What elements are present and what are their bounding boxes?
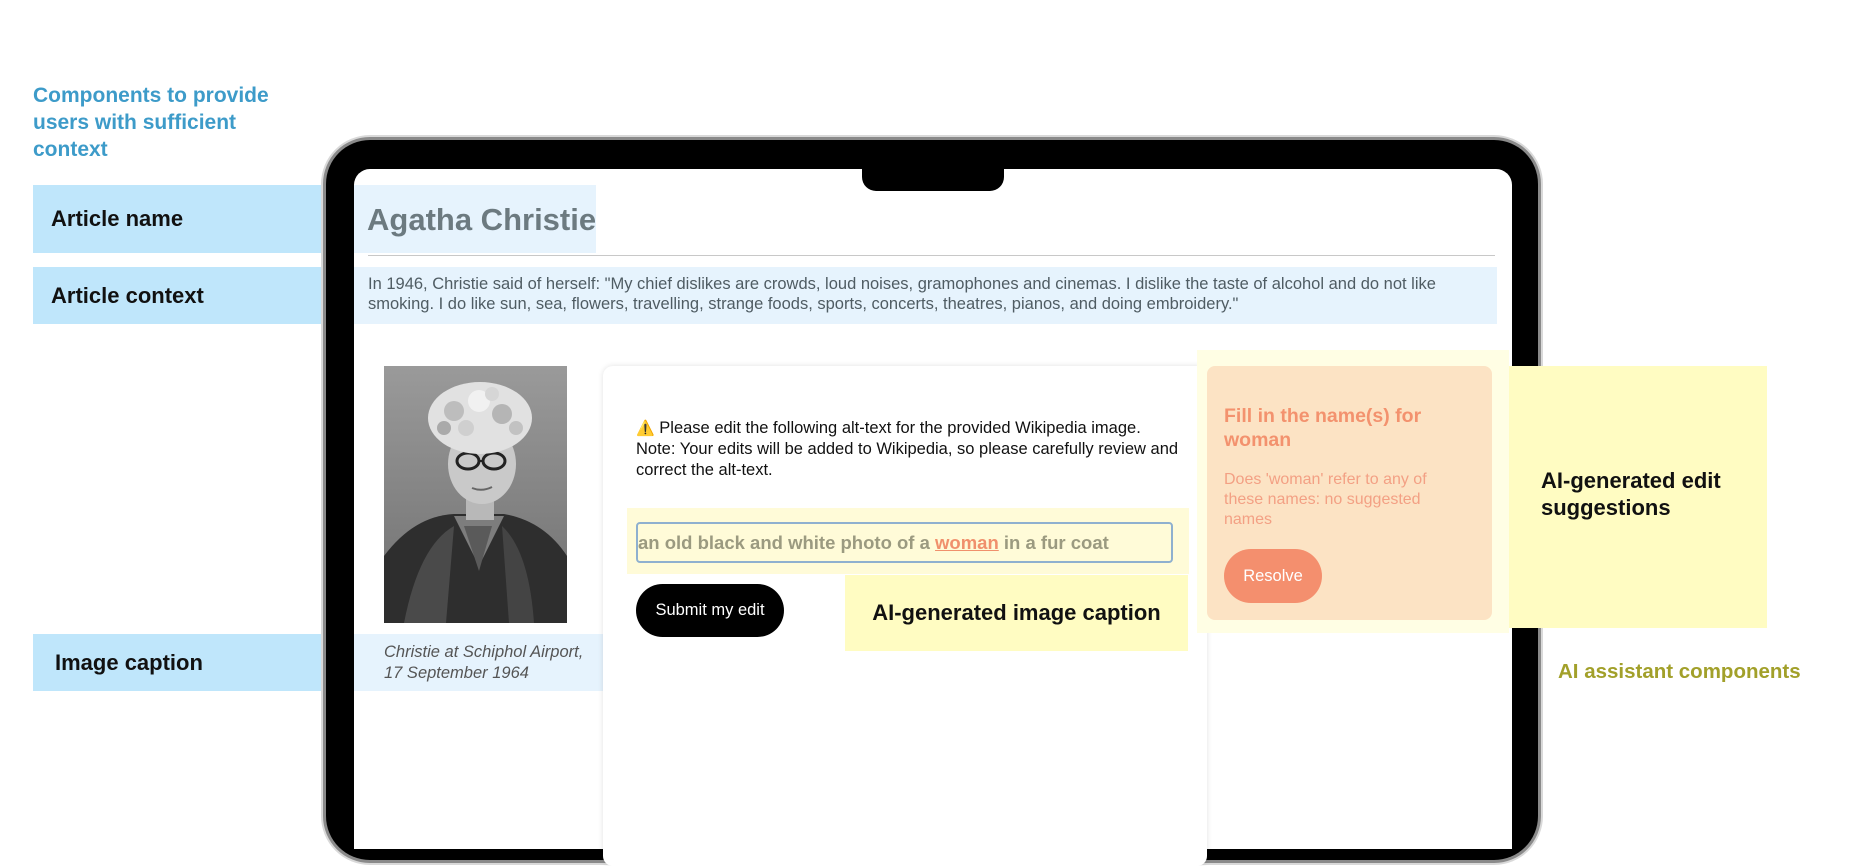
context-components-heading: Components to provide users with suffici… (33, 84, 269, 161)
submit-edit-button[interactable]: Submit my edit (636, 584, 784, 637)
edit-instructions: ⚠️ Please edit the following alt-text fo… (636, 418, 1181, 481)
caption-text-after: in a fur coat (998, 531, 1109, 553)
title-divider (368, 255, 1495, 256)
edit-instructions-text: Please edit the following alt-text for t… (636, 419, 1179, 479)
highlighted-word-text: woman (935, 531, 999, 553)
article-context-annotation: Article context (33, 267, 355, 324)
ai-assistant-components-label: AI assistant components (1558, 660, 1801, 683)
suggestion-body: Does 'woman' refer to any of these names… (1224, 471, 1427, 528)
photo-caption: Christie at Schiphol Airport, 17 Septemb… (384, 643, 584, 682)
image-caption-annotation: Image caption (33, 634, 355, 691)
warning-icon: ⚠️ (636, 420, 655, 437)
article-photo (384, 366, 567, 623)
caption-text-before: an old black and white photo of a (638, 531, 936, 553)
suggestion-title: Fill in the name(s) for woman (1224, 405, 1422, 451)
ai-caption-annotation: AI-generated image caption (845, 575, 1188, 651)
article-title: Agatha Christie (367, 202, 597, 237)
article-name-annotation: Article name (33, 185, 355, 253)
tablet-notch (862, 168, 1004, 191)
highlighted-word-woman[interactable]: woman (935, 532, 999, 554)
article-context-text: In 1946, Christie said of herself: "My c… (368, 275, 1436, 313)
ai-suggestions-annotation: AI-generated edit suggestions (1541, 468, 1721, 520)
alt-text-input[interactable]: an old black and white photo of a woman … (636, 522, 1173, 563)
resolve-button[interactable]: Resolve (1224, 549, 1322, 603)
